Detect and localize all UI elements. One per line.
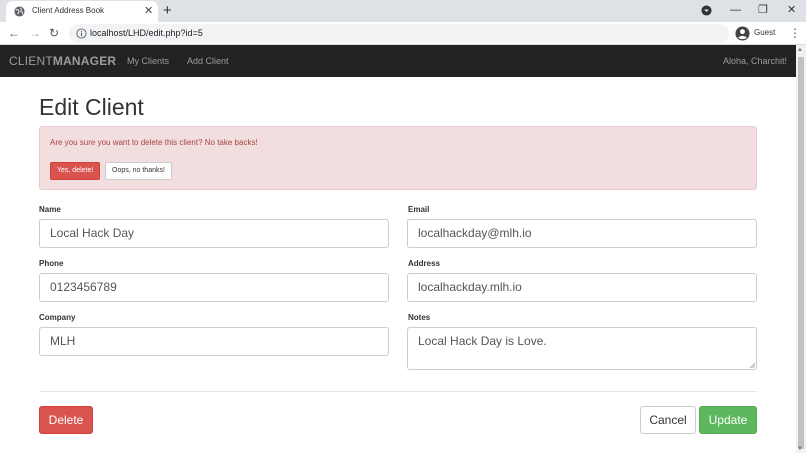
browser-tab-bar: Client Address Book ✕ + — ❐ ✕ (0, 0, 806, 22)
nav-link-my-clients[interactable]: My Clients (127, 56, 169, 66)
reload-icon[interactable]: ↻ (49, 25, 59, 41)
cancel-delete-button[interactable]: Oops, no thanks! (105, 162, 172, 180)
delete-button[interactable]: Delete (39, 406, 93, 434)
tab-title: Client Address Book (32, 6, 105, 15)
address-label: Address (408, 259, 441, 268)
company-label: Company (39, 313, 76, 322)
page-scrollbar[interactable]: ▲ ▼ (796, 45, 806, 453)
address-bar[interactable]: localhost/LHD/edit.php?id=5 (69, 24, 729, 43)
forward-icon[interactable]: → (29, 25, 41, 41)
phone-label: Phone (39, 259, 64, 268)
notes-label: Notes (408, 313, 431, 322)
scroll-up-icon[interactable]: ▲ (797, 47, 803, 53)
alert-message: Are you sure you want to delete this cli… (50, 138, 258, 147)
update-button[interactable]: Update (699, 406, 757, 434)
browser-toolbar: ← → ↻ localhost/LHD/edit.php?id=5 Guest … (0, 22, 806, 45)
brand-bold: MANAGER (52, 54, 117, 68)
tab-close-icon[interactable]: ✕ (144, 4, 153, 18)
email-label: Email (408, 205, 430, 214)
confirm-delete-button[interactable]: Yes, delete! (50, 162, 101, 180)
back-icon[interactable]: ← (8, 25, 20, 41)
browser-tab[interactable]: Client Address Book ✕ (6, 1, 158, 22)
new-tab-icon[interactable]: + (163, 2, 172, 19)
globe-icon (14, 6, 25, 17)
form-divider (39, 391, 757, 392)
window-close-icon[interactable]: ✕ (787, 2, 796, 18)
profile-label: Guest (754, 28, 776, 37)
company-field[interactable]: MLH (39, 327, 389, 356)
nav-link-add-client[interactable]: Add Client (187, 56, 229, 66)
name-label: Name (39, 205, 61, 214)
cancel-button[interactable]: Cancel (640, 406, 696, 434)
restore-icon[interactable]: ❐ (758, 2, 768, 18)
resize-grip-icon[interactable] (749, 362, 755, 368)
address-field[interactable]: localhackday.mlh.io (407, 273, 757, 302)
notes-text: Local Hack Day is Love. (418, 334, 547, 348)
name-field[interactable]: Local Hack Day (39, 219, 389, 248)
delete-confirm-alert: Are you sure you want to delete this cli… (39, 126, 757, 190)
page-title: Edit Client (39, 94, 144, 120)
brand-light: CLIENT (9, 54, 53, 68)
phone-field[interactable]: 0123456789 (39, 273, 389, 302)
scroll-thumb[interactable] (798, 57, 804, 449)
scroll-down-icon[interactable]: ▼ (797, 446, 803, 452)
person-icon (735, 26, 750, 41)
chevron-down-circle-icon[interactable] (701, 5, 712, 16)
url-text: localhost/LHD/edit.php?id=5 (90, 28, 203, 38)
brand-logo[interactable]: CLIENTMANAGER (9, 54, 116, 68)
email-field[interactable]: localhackday@mlh.io (407, 219, 757, 248)
browser-menu-icon[interactable]: ⋮ (789, 25, 801, 41)
minimize-icon[interactable]: — (730, 2, 741, 18)
info-icon[interactable] (76, 28, 87, 39)
user-greeting: Aloha, Charchit! (722, 56, 787, 66)
app-navbar: CLIENTMANAGER My Clients Add Client Aloh… (0, 45, 796, 77)
notes-textarea[interactable]: Local Hack Day is Love. (407, 327, 757, 370)
